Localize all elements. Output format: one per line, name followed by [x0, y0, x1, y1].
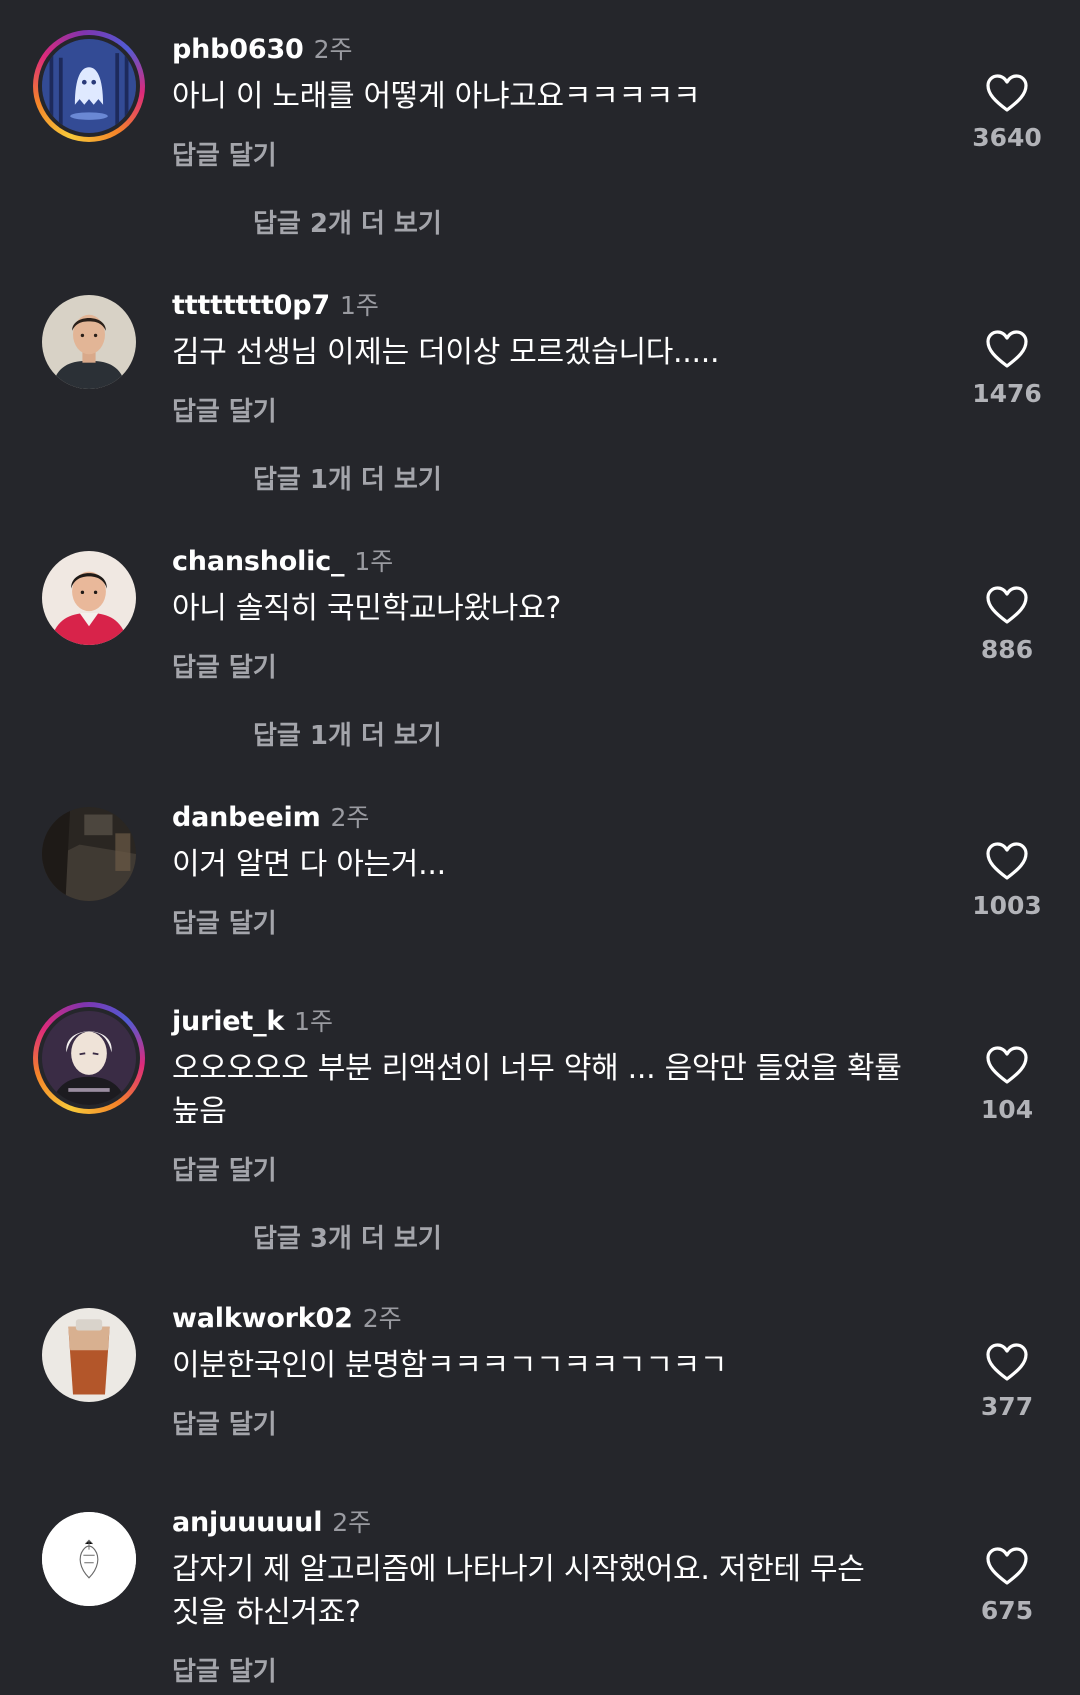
- like-count: 675: [980, 1596, 1034, 1625]
- like-column: 1476: [955, 329, 1059, 408]
- avatar[interactable]: [33, 1002, 145, 1114]
- avatar[interactable]: [33, 1299, 145, 1411]
- like-column: 886: [955, 585, 1059, 664]
- reply-button[interactable]: 답글 달기: [172, 391, 277, 428]
- username[interactable]: juriet_k: [172, 1006, 284, 1037]
- comment-meta: danbeeim 2주: [172, 798, 369, 834]
- username[interactable]: chansholic_: [172, 546, 345, 577]
- comment-item: walkwork02 2주 이분한국인이 분명함ㅋㅋㅋㄱㄱㅋㅋㄱㄱㅋㄱ 답글 달기…: [0, 1299, 1080, 1449]
- comments-list: phb0630 2주 아니 이 노래를 어떻게 아냐고요ㅋㅋㅋㅋㅋ 답글 달기 답…: [0, 0, 1080, 1695]
- comment-text: 김구 선생님 이제는 더이상 모르겠습니다.....: [172, 335, 720, 370]
- like-column: 3640: [955, 73, 1059, 152]
- timestamp: 1주: [339, 291, 379, 320]
- comment-text: 갑자기 제 알고리즘에 나타나기 시작했어요. 저한테 무슨 짓을 하신거죠?: [172, 1552, 865, 1630]
- comment-text: 아니 솔직히 국민학교나왔나요?: [172, 591, 561, 626]
- comment-item: danbeeim 2주 이거 알면 다 아는거... 답글 달기 1003: [0, 798, 1080, 948]
- comment-item: phb0630 2주 아니 이 노래를 어떻게 아냐고요ㅋㅋㅋㅋㅋ 답글 달기 답…: [0, 30, 1080, 240]
- comment-meta: phb0630 2주: [172, 30, 353, 66]
- avatar-image-room: [42, 807, 136, 901]
- avatar-image-man: [42, 295, 136, 389]
- comment-item: chansholic_ 1주 아니 솔직히 국민학교나왔나요? 답글 달기 답글 …: [0, 542, 1080, 752]
- reply-button[interactable]: 답글 달기: [172, 903, 277, 940]
- view-more-replies-button[interactable]: 답글 2개 더 보기: [253, 203, 442, 240]
- heart-outline-icon[interactable]: [985, 1342, 1029, 1382]
- avatar[interactable]: [33, 542, 145, 654]
- heart-outline-icon[interactable]: [985, 1546, 1029, 1586]
- comment-text: 오오오오오 부분 리액션이 너무 약해 ... 음악만 들었을 확률 높음: [172, 1051, 902, 1129]
- timestamp: 1주: [294, 1007, 334, 1036]
- heart-outline-icon[interactable]: [985, 329, 1029, 369]
- like-count: 104: [980, 1095, 1034, 1124]
- avatar-image-illustration: [42, 1011, 136, 1105]
- heart-outline-icon[interactable]: [985, 73, 1029, 113]
- reply-button[interactable]: 답글 달기: [172, 135, 277, 172]
- like-count: 1476: [972, 379, 1042, 408]
- reply-button[interactable]: 답글 달기: [172, 1404, 277, 1441]
- comment-item: tttttttt0p7 1주 김구 선생님 이제는 더이상 모르겠습니다.....…: [0, 286, 1080, 496]
- comment-text: 이거 알면 다 아는거...: [172, 847, 446, 882]
- username[interactable]: danbeeim: [172, 802, 321, 833]
- comment-meta: chansholic_ 1주: [172, 542, 393, 578]
- timestamp: 1주: [354, 547, 394, 576]
- like-column: 377: [955, 1342, 1059, 1421]
- timestamp: 2주: [330, 803, 370, 832]
- comment-meta: juriet_k 1주: [172, 1002, 333, 1038]
- username[interactable]: tttttttt0p7: [172, 290, 330, 321]
- heart-outline-icon[interactable]: [985, 1045, 1029, 1085]
- reply-button[interactable]: 답글 달기: [172, 647, 277, 684]
- avatar[interactable]: [33, 30, 145, 142]
- comment-meta: walkwork02 2주: [172, 1299, 402, 1335]
- avatar[interactable]: [33, 286, 145, 398]
- like-column: 1003: [955, 841, 1059, 920]
- heart-outline-icon[interactable]: [985, 585, 1029, 625]
- avatar[interactable]: [33, 798, 145, 910]
- view-more-replies-button[interactable]: 답글 1개 더 보기: [253, 459, 442, 496]
- avatar-image-child: [42, 551, 136, 645]
- view-more-replies-button[interactable]: 답글 1개 더 보기: [253, 715, 442, 752]
- like-column: 104: [955, 1045, 1059, 1124]
- comment-item: juriet_k 1주 오오오오오 부분 리액션이 너무 약해 ... 음악만 들…: [0, 1002, 1080, 1255]
- avatar-image-ghost: [42, 39, 136, 133]
- view-more-replies-button[interactable]: 답글 3개 더 보기: [253, 1218, 442, 1255]
- comment-item: anjuuuuul 2주 갑자기 제 알고리즘에 나타나기 시작했어요. 저한테 …: [0, 1503, 1080, 1695]
- comment-text: 이분한국인이 분명함ㅋㅋㅋㄱㄱㅋㅋㄱㄱㅋㄱ: [172, 1348, 728, 1383]
- username[interactable]: anjuuuuul: [172, 1507, 322, 1538]
- comment-meta: tttttttt0p7 1주: [172, 286, 379, 322]
- like-count: 1003: [972, 891, 1042, 920]
- comment-text: 아니 이 노래를 어떻게 아냐고요ㅋㅋㅋㅋㅋ: [172, 79, 701, 114]
- like-column: 675: [955, 1546, 1059, 1625]
- username[interactable]: phb0630: [172, 34, 304, 65]
- reply-button[interactable]: 답글 달기: [172, 1651, 277, 1688]
- comment-meta: anjuuuuul 2주: [172, 1503, 371, 1539]
- like-count: 886: [980, 635, 1034, 664]
- avatar-image-iced-coffee: [42, 1308, 136, 1402]
- timestamp: 2주: [313, 35, 353, 64]
- reply-button[interactable]: 답글 달기: [172, 1150, 277, 1187]
- username[interactable]: walkwork02: [172, 1303, 353, 1334]
- like-count: 3640: [972, 123, 1042, 152]
- timestamp: 2주: [332, 1508, 372, 1537]
- heart-outline-icon[interactable]: [985, 841, 1029, 881]
- avatar-image-sketch: [42, 1512, 136, 1606]
- like-count: 377: [980, 1392, 1034, 1421]
- avatar[interactable]: [33, 1503, 145, 1615]
- timestamp: 2주: [362, 1304, 402, 1333]
